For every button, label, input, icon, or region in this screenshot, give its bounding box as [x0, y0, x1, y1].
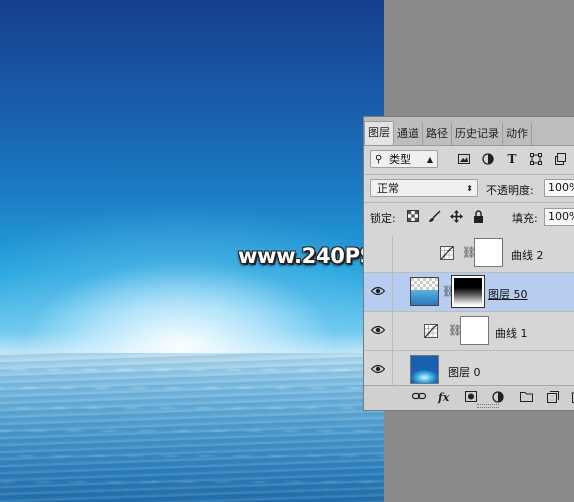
layer-row-curves-2[interactable]: ⛓ 曲线 2 [364, 235, 574, 273]
mask-icon[interactable] [465, 391, 477, 405]
layer-mask-thumbnail[interactable] [451, 275, 485, 308]
lock-image-pixels-icon[interactable] [428, 210, 441, 223]
tab-history[interactable]: 历史记录 [452, 123, 503, 145]
visibility-toggle[interactable] [364, 312, 393, 350]
layer-row-layer-50[interactable]: ⛓ 图层 50 [364, 273, 574, 312]
layer-name: 图层 0 [448, 366, 481, 379]
panel-tabs: 图层 通道 路径 历史记录 动作 [364, 117, 574, 146]
panel-footer: fx [364, 385, 574, 410]
resize-grip[interactable] [477, 404, 499, 408]
lock-position-icon[interactable] [450, 210, 463, 223]
layer-thumbnail[interactable] [410, 355, 439, 384]
tab-channels[interactable]: 通道 [394, 123, 423, 145]
layer-row-layer-0[interactable]: 图层 0 [364, 351, 574, 385]
eye-icon [371, 364, 385, 374]
group-folder-icon[interactable] [520, 391, 533, 405]
stepper-arrows-icon: ▲ [426, 155, 433, 164]
fill-input[interactable]: 100% [544, 208, 574, 226]
layers-list: ⛓ 曲线 2 ⛓ 图层 50 ⛓ 曲线 1 图层 0 [364, 235, 574, 385]
blend-row: 正常 ⬍ 不透明度: 100% [364, 178, 574, 200]
eye-icon [371, 325, 385, 335]
blend-mode-label: 正常 [377, 182, 399, 195]
layer-name: 曲线 2 [511, 249, 544, 262]
opacity-input[interactable]: 100% [544, 179, 574, 197]
tab-layers[interactable]: 图层 [364, 121, 394, 145]
lock-all-icon[interactable] [472, 210, 485, 223]
layer-name: 曲线 1 [495, 327, 528, 340]
layers-panel: 图层 通道 路径 历史记录 动作 ⚲ 类型 ▲ T 正常 ⬍ 不透明度: 100… [363, 116, 574, 411]
curves-adjustment-icon [440, 246, 454, 260]
layer-mask-thumbnail[interactable] [474, 238, 503, 267]
fx-icon[interactable]: fx [438, 391, 449, 404]
dropdown-arrows-icon: ⬍ [466, 184, 473, 193]
lock-label: 锁定: [370, 212, 396, 225]
layer-mask-thumbnail[interactable] [460, 316, 489, 345]
visibility-toggle[interactable] [364, 351, 393, 385]
layer-thumbnail[interactable] [410, 277, 439, 306]
shape-icon[interactable] [530, 153, 542, 165]
tab-paths[interactable]: 路径 [423, 123, 452, 145]
visibility-toggle[interactable] [364, 235, 393, 272]
lock-transparent-pixels-icon[interactable] [406, 210, 419, 223]
blend-mode-select[interactable]: 正常 ⬍ [370, 179, 478, 197]
curves-adjustment-icon [424, 324, 438, 338]
lock-row: 锁定: 填充: 100% [364, 207, 574, 227]
eye-icon [371, 286, 385, 296]
sea-surface [0, 353, 384, 502]
link-icon[interactable] [411, 391, 427, 404]
fill-label: 填充: [512, 212, 538, 225]
tab-actions[interactable]: 动作 [503, 123, 532, 145]
layer-row-curves-1[interactable]: ⛓ 曲线 1 [364, 312, 574, 351]
adjustment-icon[interactable] [482, 153, 494, 165]
filter-row: ⚲ 类型 ▲ T [364, 150, 574, 170]
filter-kind-select[interactable]: ⚲ 类型 ▲ [370, 150, 438, 168]
layer-name: 图层 50 [488, 288, 528, 301]
visibility-toggle[interactable] [364, 273, 393, 311]
smart-object-icon[interactable] [554, 153, 566, 165]
text-icon[interactable]: T [506, 153, 518, 165]
filter-kind-label: 类型 [389, 153, 411, 166]
opacity-label: 不透明度: [486, 184, 534, 197]
new-layer-icon[interactable] [547, 391, 559, 406]
search-icon: ⚲ [375, 154, 383, 165]
image-icon[interactable] [458, 153, 470, 165]
